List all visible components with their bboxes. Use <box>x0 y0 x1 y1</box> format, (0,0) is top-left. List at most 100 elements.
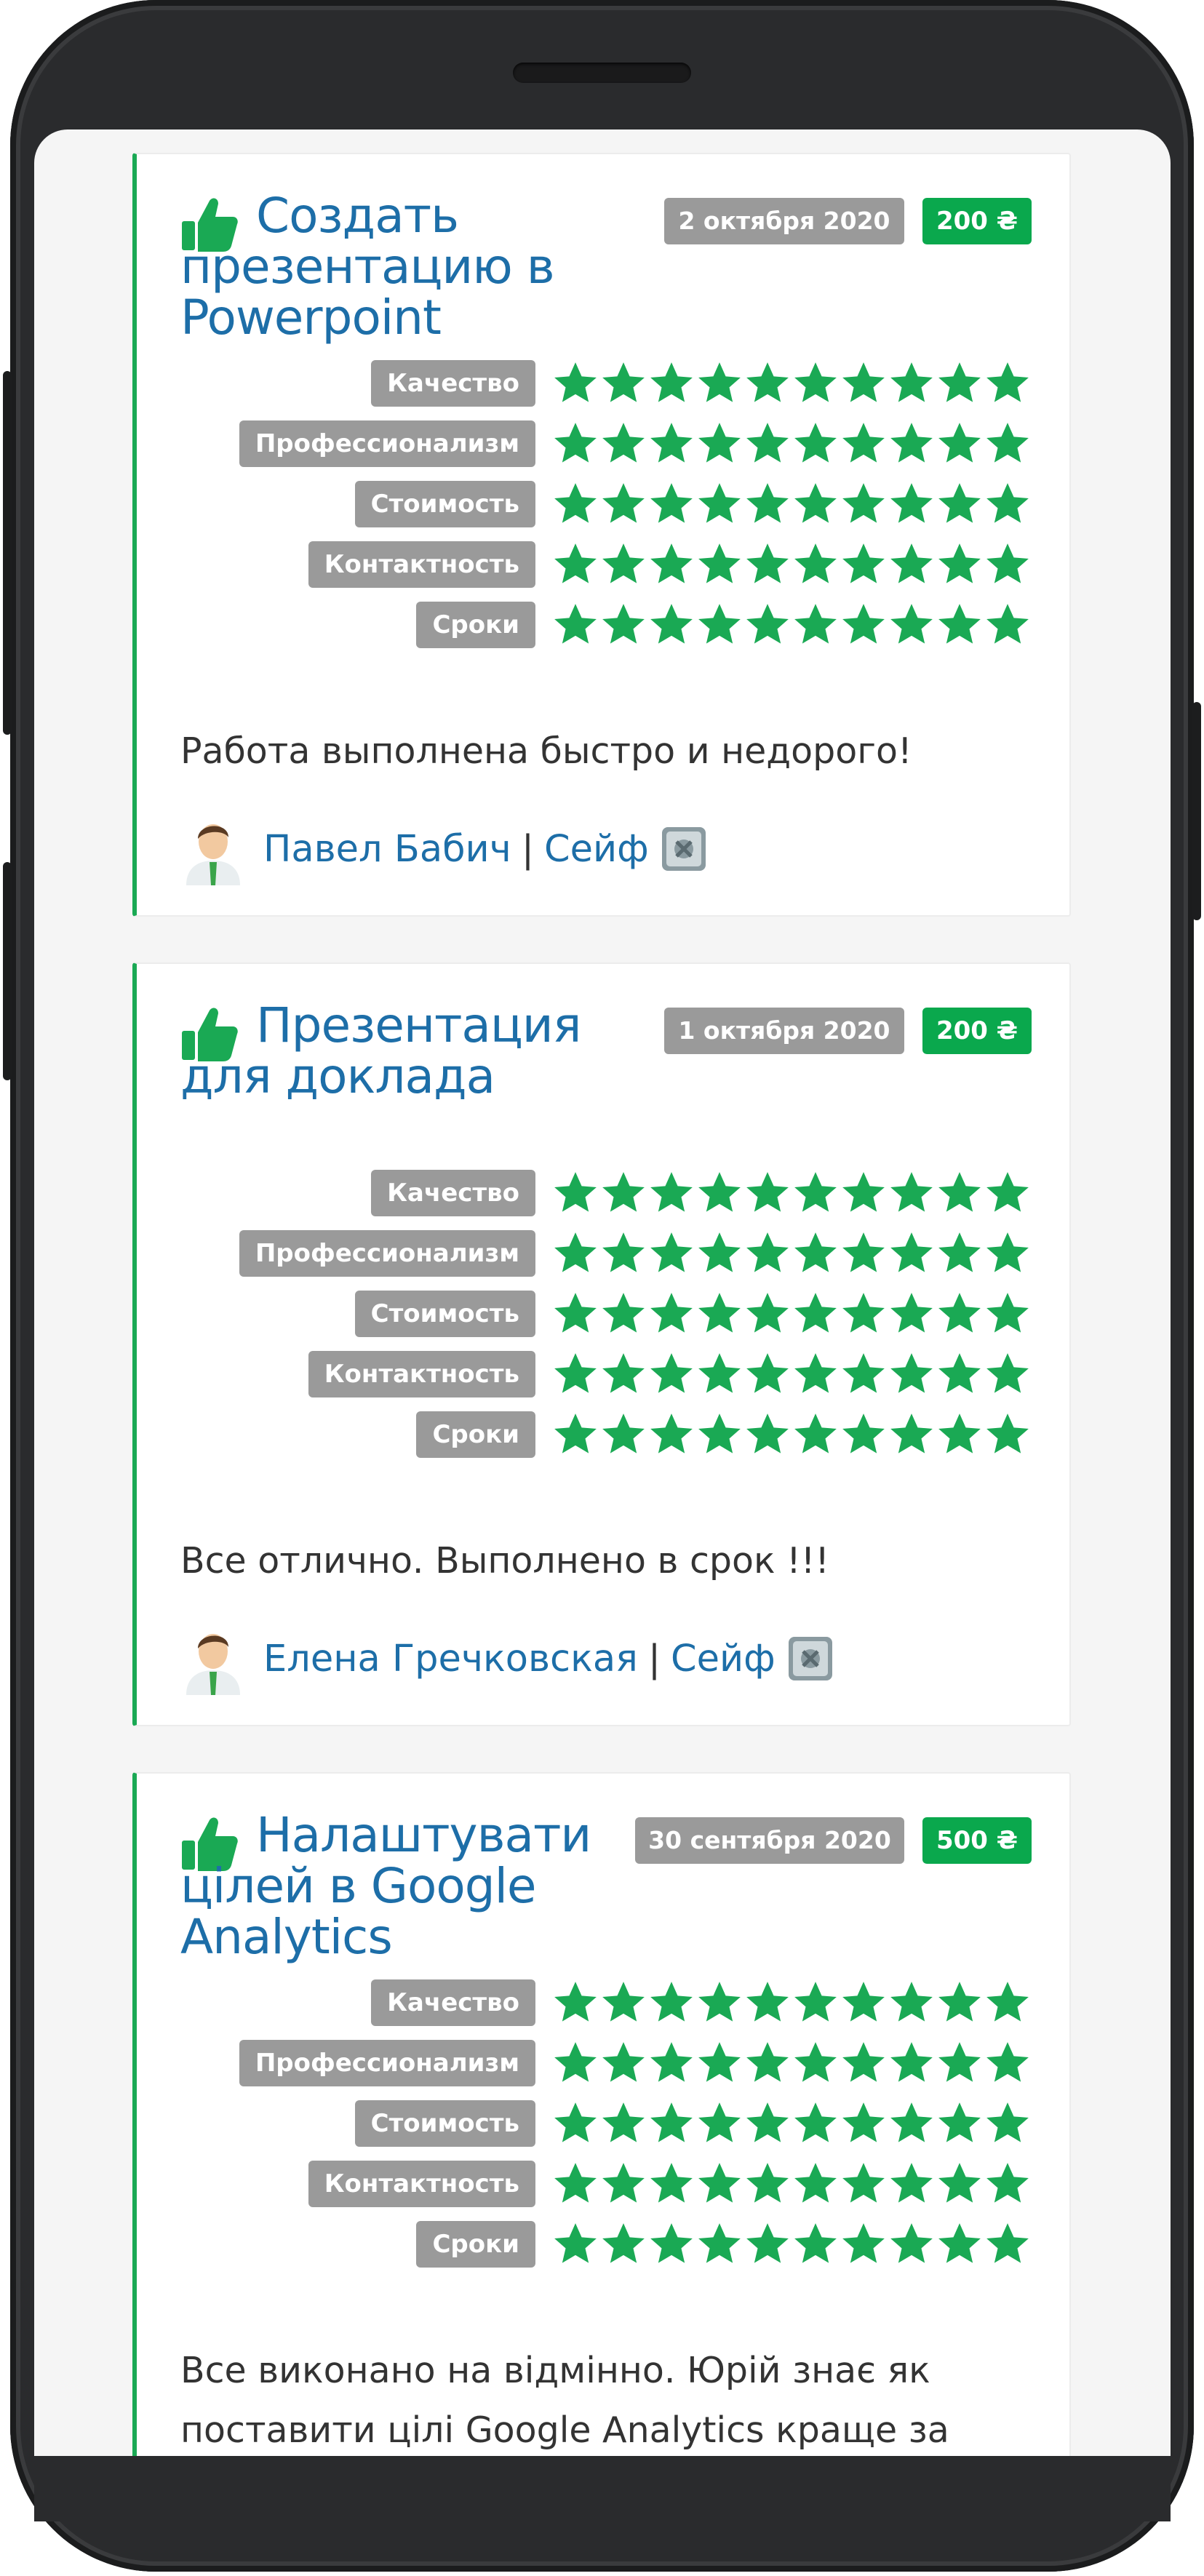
star-icon <box>890 604 933 644</box>
star-icon <box>890 543 933 583</box>
rating-label: Стоимость <box>354 2100 535 2147</box>
star-icon <box>890 2163 933 2203</box>
star-icon <box>602 1982 645 2022</box>
star-icon <box>746 543 789 583</box>
rating-row: Сроки <box>416 2219 1032 2270</box>
star-icon <box>698 1172 741 1212</box>
star-icon <box>794 1982 837 2022</box>
star-icon <box>938 604 981 644</box>
star-icon <box>554 483 597 523</box>
star-rating <box>551 1979 1032 2027</box>
star-rating <box>551 1290 1032 1338</box>
star-icon <box>650 2102 693 2142</box>
review-title[interactable]: Создать презентацию в Powerpoint <box>180 191 675 343</box>
review-title[interactable]: Презентация для доклада <box>180 1000 617 1102</box>
rating-label: Сроки <box>416 602 535 648</box>
star-icon <box>602 1353 645 1393</box>
review-comment: Все виконано на відмінно. Юрій знає як п… <box>180 2350 949 2451</box>
star-icon <box>602 543 645 583</box>
star-icon <box>842 543 885 583</box>
star-rating <box>551 2220 1032 2268</box>
star-icon <box>554 2163 597 2203</box>
phone-screen[interactable]: Создать презентацию в Powerpoint 2 октяб… <box>34 129 1171 2456</box>
rating-label: Контактность <box>308 2161 535 2207</box>
star-icon <box>554 1413 597 1454</box>
star-rating <box>551 1411 1032 1459</box>
star-icon <box>650 2042 693 2082</box>
rating-row: Профессионализм <box>239 1228 1032 1279</box>
star-icon <box>938 1353 981 1393</box>
star-icon <box>650 604 693 644</box>
rating-label: Стоимость <box>354 1291 535 1337</box>
rating-label: Профессионализм <box>239 420 535 467</box>
star-icon <box>554 1982 597 2022</box>
star-icon <box>554 1232 597 1272</box>
star-icon <box>938 362 981 402</box>
rating-row: Качество <box>371 1168 1032 1219</box>
star-icon <box>986 1353 1029 1393</box>
author-name[interactable]: Павел Бабич <box>263 828 511 871</box>
star-rating <box>551 2039 1032 2087</box>
review-title[interactable]: Налаштувати цілей в Google Analytics <box>180 1810 690 1963</box>
rating-row: Сроки <box>416 599 1032 650</box>
star-icon <box>698 1232 741 1272</box>
star-icon <box>794 2102 837 2142</box>
star-icon <box>602 1293 645 1333</box>
star-icon <box>746 1172 789 1212</box>
star-icon <box>986 1232 1029 1272</box>
star-icon <box>986 2223 1029 2263</box>
star-icon <box>698 483 741 523</box>
star-icon <box>746 1413 789 1454</box>
rating-row: Качество <box>371 358 1032 409</box>
star-icon <box>938 1172 981 1212</box>
star-icon <box>890 423 933 463</box>
star-icon <box>794 2223 837 2263</box>
star-icon <box>794 2163 837 2203</box>
star-icon <box>650 2163 693 2203</box>
power-button <box>1192 702 1201 920</box>
earpiece-speaker <box>513 63 691 83</box>
star-icon <box>554 2042 597 2082</box>
star-icon <box>986 604 1029 644</box>
star-icon <box>938 2042 981 2082</box>
star-icon <box>842 1293 885 1333</box>
safe-link[interactable]: Сейф <box>671 1638 776 1680</box>
star-icon <box>602 483 645 523</box>
review-card: Создать презентацию в Powerpoint 2 октяб… <box>132 153 1071 917</box>
author-name[interactable]: Елена Гречковская <box>263 1638 638 1680</box>
star-icon <box>602 2163 645 2203</box>
star-icon <box>698 604 741 644</box>
rating-row: Сроки <box>416 1409 1032 1460</box>
star-icon <box>554 2102 597 2142</box>
star-icon <box>938 483 981 523</box>
star-icon <box>890 2102 933 2142</box>
star-icon <box>842 1232 885 1272</box>
star-icon <box>746 1232 789 1272</box>
star-icon <box>698 1353 741 1393</box>
separator: | <box>521 827 535 871</box>
user-avatar-icon <box>186 824 240 885</box>
star-icon <box>938 2163 981 2203</box>
rating-label: Качество <box>371 1170 535 1216</box>
star-icon <box>794 362 837 402</box>
safe-link[interactable]: Сейф <box>544 828 649 871</box>
star-icon <box>794 1172 837 1212</box>
price-badge: 200 ₴ <box>922 1008 1032 1054</box>
star-icon <box>650 543 693 583</box>
star-icon <box>842 2163 885 2203</box>
star-icon <box>986 1172 1029 1212</box>
star-rating <box>551 1350 1032 1398</box>
star-icon <box>746 1293 789 1333</box>
rating-label: Сроки <box>416 2221 535 2268</box>
star-icon <box>794 423 837 463</box>
star-icon <box>746 2223 789 2263</box>
star-icon <box>890 1232 933 1272</box>
star-icon <box>650 362 693 402</box>
star-icon <box>650 1413 693 1454</box>
rating-row: Профессионализм <box>239 2038 1032 2089</box>
date-badge: 1 октября 2020 <box>664 1008 904 1054</box>
star-icon <box>746 2163 789 2203</box>
rating-row: Контактность <box>308 2158 1032 2209</box>
star-icon <box>602 2102 645 2142</box>
star-icon <box>890 1413 933 1454</box>
